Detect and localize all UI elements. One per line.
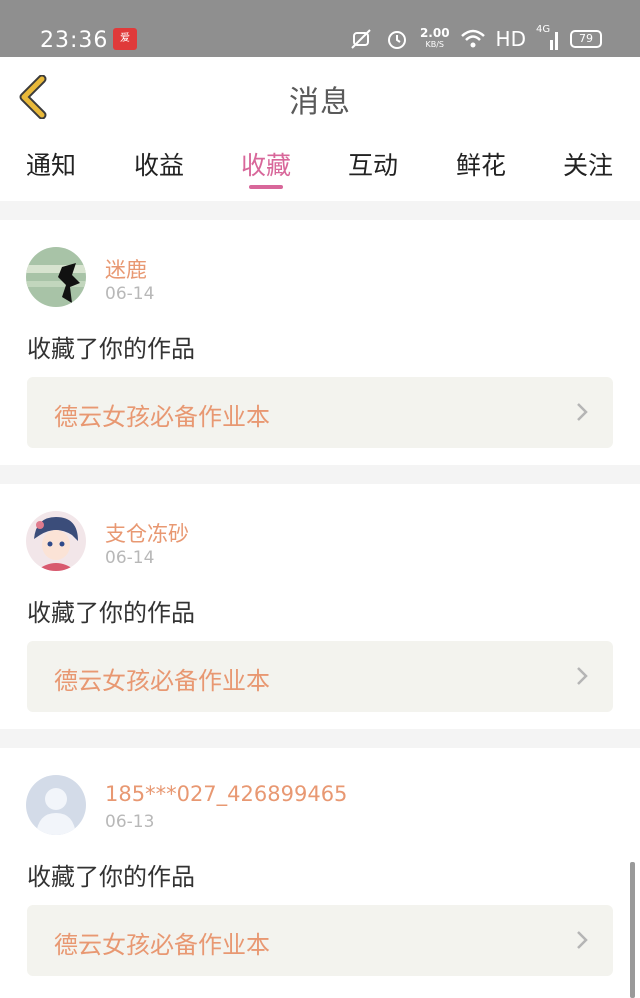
tab-notifications[interactable]: 通知: [26, 146, 76, 182]
active-tab-indicator: [249, 185, 283, 189]
chevron-right-icon: [577, 667, 588, 685]
action-text: 收藏了你的作品: [27, 599, 195, 627]
network-type: 4G: [536, 24, 551, 35]
user-avatar[interactable]: [26, 511, 86, 571]
action-text: 收藏了你的作品: [27, 863, 195, 891]
notification-card: 支仓冻砂 06-14 收藏了你的作品 德云女孩必备作业本: [0, 484, 640, 729]
signal-icon: 4G: [536, 24, 560, 52]
notification-card: 迷鹿 06-14 收藏了你的作品 德云女孩必备作业本: [0, 220, 640, 465]
username[interactable]: 迷鹿: [105, 254, 147, 284]
chevron-right-icon: [577, 403, 588, 421]
work-link[interactable]: 德云女孩必备作业本: [27, 905, 613, 976]
tab-interactions[interactable]: 互动: [348, 146, 398, 182]
work-title: 德云女孩必备作业本: [54, 667, 270, 695]
page-title: 消息: [289, 85, 351, 120]
wifi-icon: [460, 29, 485, 48]
username[interactable]: 支仓冻砂: [105, 518, 189, 548]
app-notification-icon: 爱: [113, 28, 137, 50]
work-title: 德云女孩必备作业本: [54, 931, 270, 959]
network-speed: 2.00 KB/S: [419, 26, 450, 50]
mute-vibrate-icon: [351, 29, 371, 49]
notification-card: 185***027_426899465 06-13 收藏了你的作品 德云女孩必备…: [0, 748, 640, 998]
speed-unit: KB/S: [425, 40, 444, 49]
hd-indicator: HD: [495, 27, 526, 51]
tab-bar: 通知 收益 收藏 互动 鲜花 关注: [0, 134, 640, 201]
navigation-bar: 消息: [0, 57, 640, 135]
tab-earnings[interactable]: 收益: [134, 146, 184, 182]
user-avatar[interactable]: [26, 247, 86, 307]
scrollbar[interactable]: [630, 862, 635, 998]
notification-date: 06-13: [105, 812, 155, 832]
work-title: 德云女孩必备作业本: [54, 403, 270, 431]
tab-favorites[interactable]: 收藏: [241, 146, 291, 182]
status-bar: 23:36 爱 2.00 KB/S HD 4G 79: [0, 0, 640, 57]
battery-icon: 79: [570, 30, 602, 48]
alarm-icon: [387, 31, 406, 49]
battery-level: 79: [579, 32, 593, 45]
action-text: 收藏了你的作品: [27, 335, 195, 363]
default-avatar-icon[interactable]: [26, 775, 86, 835]
tab-following[interactable]: 关注: [563, 146, 613, 182]
work-link[interactable]: 德云女孩必备作业本: [27, 377, 613, 448]
work-link[interactable]: 德云女孩必备作业本: [27, 641, 613, 712]
chevron-right-icon: [577, 931, 588, 949]
status-icons: 2.00 KB/S HD 4G 79: [348, 24, 602, 54]
status-time: 23:36: [40, 28, 109, 53]
notification-date: 06-14: [105, 548, 155, 568]
tab-flowers[interactable]: 鲜花: [456, 146, 506, 182]
notification-date: 06-14: [105, 284, 155, 304]
speed-value: 2.00: [419, 26, 450, 40]
username[interactable]: 185***027_426899465: [105, 782, 347, 806]
